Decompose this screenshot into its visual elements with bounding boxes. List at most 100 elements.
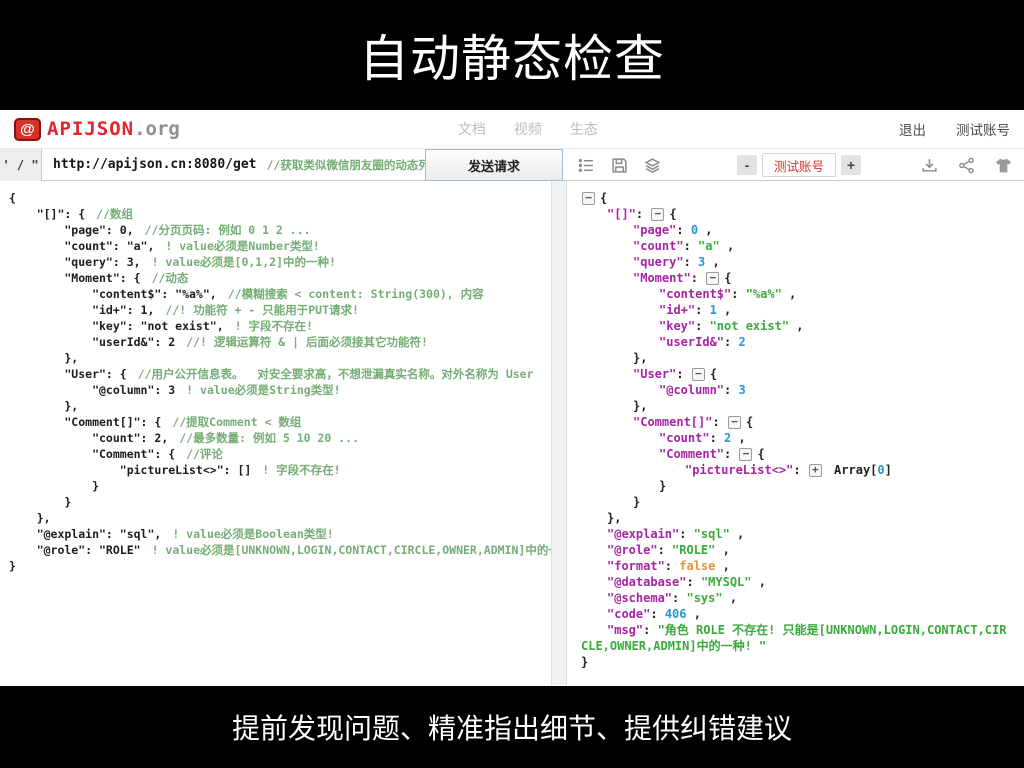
code-line: "pictureList<>": []! 字段不存在! [9,463,341,477]
response-line: "@database": "MYSQL" , [607,575,766,589]
inline-annotation: //动态 [151,271,189,285]
request-editor[interactable]: { "[]": {//数组 "page": 0,//分页页码: 例如 0 1 2… [0,181,551,685]
account-switcher: - 测试账号 + [737,153,862,177]
collapse-icon[interactable]: − [691,368,705,381]
slide-caption: 提前发现问题、精准指出细节、提供纠错建议 [231,713,792,744]
code-line: "Comment[]": {//提取Comment < 数组 [9,415,302,429]
code-line: "@role": "ROLE"! value必须是[UNKNOWN,LOGIN,… [9,542,551,558]
response-line: "count": 2 , [659,431,746,445]
response-line: "count": "a" , [633,239,735,253]
theme-icon[interactable] [995,157,1012,174]
brand-name[interactable]: APIJSON [47,118,134,140]
collapse-icon[interactable]: − [739,448,753,461]
request-url-input[interactable]: http://apijson.cn:8080/get [53,157,257,172]
response-actions [901,157,1012,174]
nav-docs[interactable]: 文档 [458,119,486,139]
code-line: "Moment": {//动态 [9,271,189,285]
response-line: "msg": "角色 ROLE 不存在! 只能是[UNKNOWN,LOGIN,C… [581,623,1007,653]
response-line: "@column": 3 [659,383,746,397]
quote-toggle-button[interactable]: ' / " [0,148,42,181]
slide-title-band: 自动静态检查 [0,0,1024,110]
collapse-icon[interactable]: − [706,272,720,285]
response-line: "@explain": "sql" , [607,527,745,541]
code-line: "Comment": {//评论 [9,447,224,461]
response-line: }, [607,511,622,525]
collapse-icon[interactable]: − [651,208,665,221]
response-line: "@role": "ROLE" , [607,543,730,557]
tune-icon[interactable] [578,157,595,174]
code-line: "query": 3,! value必须是[0,1,2]中的一种! [9,255,336,269]
code-line: }, [9,399,79,413]
download-icon[interactable] [921,157,938,174]
response-line: } [633,495,641,509]
response-line: "Comment": −{ [659,447,765,461]
response-line: "page": 0 , [633,223,713,237]
response-line: "Moment": −{ [633,271,732,285]
editor-scrollbar[interactable] [551,181,567,685]
response-line: "pictureList<>": + Array[0] [685,463,892,477]
share-icon[interactable] [958,157,975,174]
layers-icon[interactable] [644,157,661,174]
account-links: 退出 测试账号 [899,119,1010,139]
response-line: }, [633,399,648,413]
response-line: "User": −{ [633,367,718,381]
save-icon[interactable] [611,157,628,174]
response-line: −{ [581,190,1010,206]
decrease-account-button[interactable]: - [737,155,757,175]
code-line: } [9,479,100,493]
nav-video[interactable]: 视频 [514,119,542,139]
response-line: "format": false , [607,559,730,573]
increase-account-button[interactable]: + [841,155,862,175]
request-toolbar: ' / " http://apijson.cn:8080/get //获取类似微… [0,148,1024,181]
apijson-logo-icon[interactable]: @ [14,117,41,141]
response-line: } [659,479,667,493]
code-line: } [9,559,16,573]
inline-annotation: ! 字段不存在! [234,319,313,333]
slide-caption-band: 提前发现问题、精准指出细节、提供纠错建议 [0,686,1024,768]
inline-annotation: ! value必须是[0,1,2]中的一种! [151,255,336,269]
code-line: }, [9,351,79,365]
code-line: "count": 2,//最多数量: 例如 5 10 20 ... [9,431,360,445]
response-line: "@schema": "sys" , [607,591,738,605]
inline-annotation: //最多数量: 例如 5 10 20 ... [179,431,360,445]
code-line: "@column": 3! value必须是String类型! [9,383,341,397]
response-line: "content$": "%a%" , [659,287,797,301]
response-line: "query": 3 , [633,255,720,269]
expand-icon[interactable]: + [808,464,822,477]
response-line: "[]": −{ [607,207,677,221]
inline-annotation: ! value必须是String类型! [186,383,341,397]
account-name[interactable]: 测试账号 [956,119,1010,139]
brand-suffix: .org [134,118,180,140]
code-line: "content$": "%a%",//模糊搜索 < content: Stri… [9,287,484,301]
collapse-icon[interactable]: − [727,416,741,429]
code-line: "userId&": 2//! 逻辑运算符 & | 后面必须接其它功能符! [9,335,428,349]
code-line: "User": {//用户公开信息表。 对安全要求高，不想泄漏真实名称。对外名称… [9,367,534,381]
test-account-button[interactable]: 测试账号 [762,153,837,177]
inline-annotation: //数组 [96,207,134,221]
inline-annotation: //分页页码: 例如 0 1 2 ... [144,223,311,237]
code-line: } [9,495,72,509]
response-line: }, [633,351,648,365]
response-line: "id+": 1 , [659,303,732,317]
inline-annotation: //提取Comment < 数组 [172,415,302,429]
inline-annotation: //评论 [186,447,224,461]
code-line: }, [9,511,51,525]
app-header: @ APIJSON .org 文档 视频 生态 退出 测试账号 [0,110,1024,148]
response-line: "code": 406 , [607,607,701,621]
response-viewer: −{"[]": −{ "page": 0 , "count": "a" , "quer… [567,181,1024,685]
send-request-button[interactable]: 发送请求 [425,149,563,181]
response-line: } [581,655,589,669]
code-line: "id+": 1,//! 功能符 + - 只能用于PUT请求! [9,303,359,317]
inline-annotation: ! value必须是[UNKNOWN,LOGIN,CONTACT,CIRCLE,… [151,543,551,557]
response-line: "Comment[]": −{ [633,415,754,429]
inline-annotation: //! 逻辑运算符 & | 后面必须接其它功能符! [186,335,428,349]
app-window: @ APIJSON .org 文档 视频 生态 退出 测试账号 ' / " ht… [0,110,1024,686]
collapse-icon[interactable]: − [582,192,595,205]
inline-annotation: //模糊搜索 < content: String(300), 内容 [227,287,484,301]
top-nav: 文档 视频 生态 [458,119,598,139]
nav-ecosystem[interactable]: 生态 [570,119,598,139]
logout-link[interactable]: 退出 [899,119,926,139]
code-line: "key": "not exist",! 字段不存在! [9,319,313,333]
inline-annotation: ! value必须是Boolean类型! [172,527,334,541]
code-line: "count": "a",! value必须是Number类型! [9,239,320,253]
